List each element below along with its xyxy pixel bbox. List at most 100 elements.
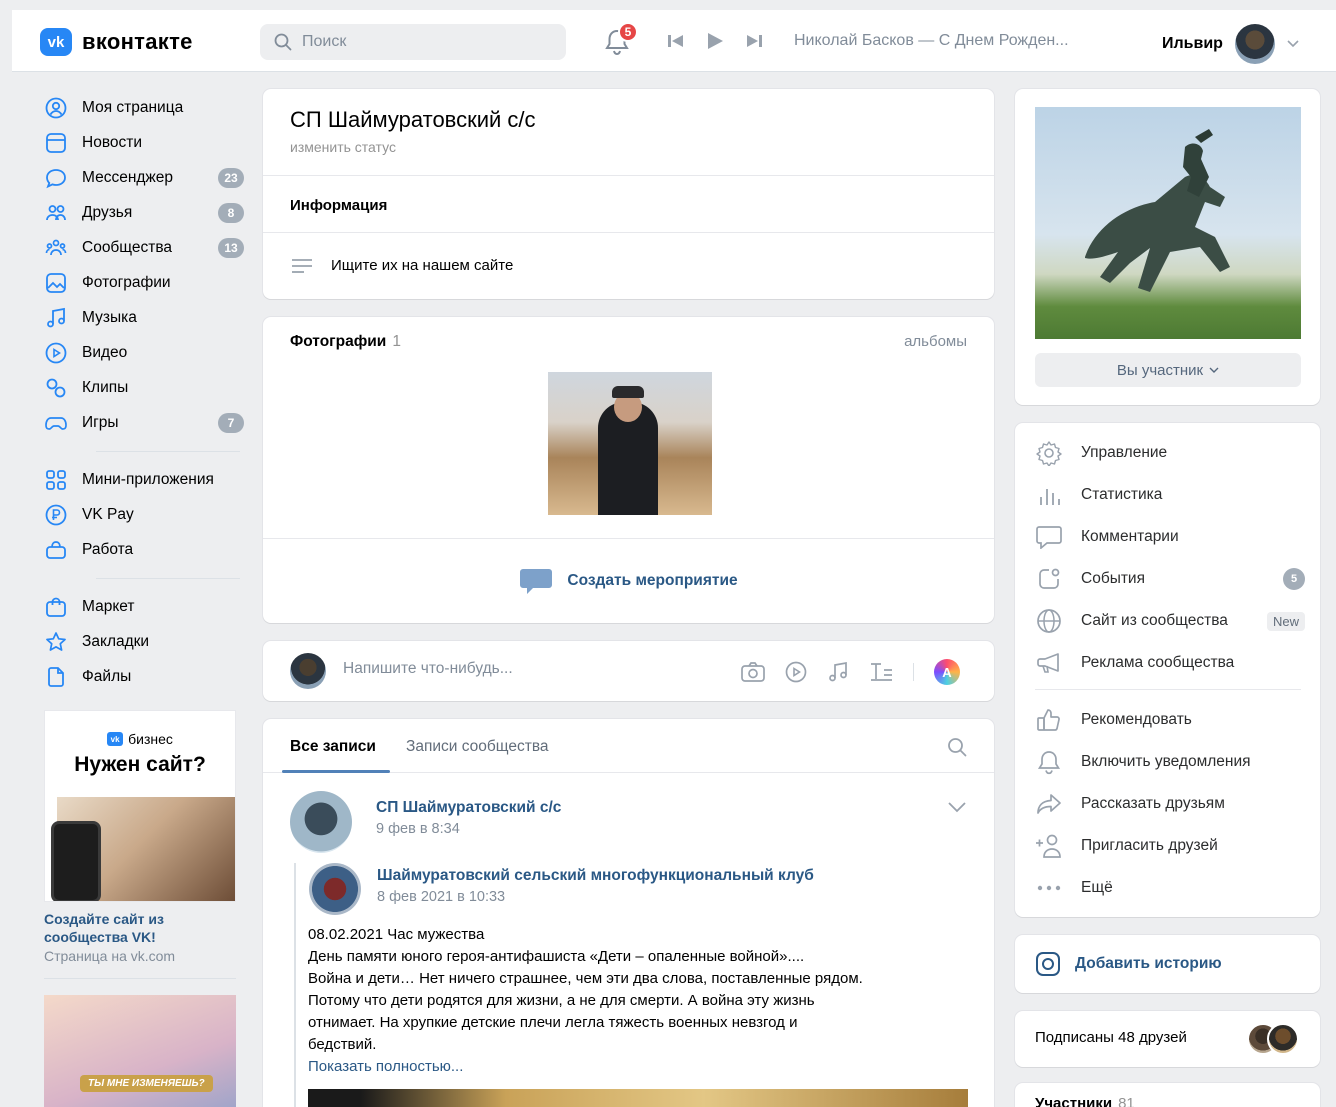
menu-item-events[interactable]: События 5 <box>1035 565 1305 593</box>
sidebar-item-music[interactable]: Музыка <box>44 300 244 335</box>
sidebar-item-photos[interactable]: Фотографии <box>44 265 244 300</box>
next-track-icon[interactable] <box>746 34 762 48</box>
search-input[interactable] <box>302 33 542 51</box>
post-as-avatar-button[interactable]: A <box>934 659 960 685</box>
divider <box>263 232 994 233</box>
add-story-button[interactable]: Добавить историю <box>1035 951 1222 977</box>
community-avatar-image[interactable] <box>1035 107 1301 339</box>
repost-date[interactable]: 8 фев 2021 в 10:33 <box>377 889 505 905</box>
article-icon[interactable] <box>869 661 893 683</box>
sidebar-item-files[interactable]: Файлы <box>44 659 244 694</box>
menu-item-site[interactable]: Сайт из сообщества New <box>1035 607 1305 635</box>
show-more-link[interactable]: Показать полностью... <box>308 1058 463 1075</box>
video-icon[interactable] <box>785 661 807 683</box>
albums-link[interactable]: альбомы <box>904 333 967 350</box>
sidebar-item-work[interactable]: Работа <box>44 532 244 567</box>
menu-item-comments[interactable]: Комментарии <box>1035 523 1305 551</box>
post-author[interactable]: СП Шаймуратовский с/с <box>376 799 561 817</box>
tab-community-posts[interactable]: Записи сообщества <box>406 738 549 756</box>
member-status-button[interactable]: Вы участник <box>1035 353 1301 387</box>
menu-item-statistics[interactable]: Статистика <box>1035 481 1305 509</box>
search-box[interactable] <box>260 24 566 60</box>
audio-player <box>668 32 762 50</box>
repost-author-avatar[interactable] <box>309 863 361 915</box>
apps-icon <box>44 468 68 492</box>
sidebar-item-market[interactable]: Маркет <box>44 589 244 624</box>
members-count: 81 <box>1118 1095 1135 1107</box>
sidebar-item-news[interactable]: Новости <box>44 125 244 160</box>
page-title: СП Шаймуратовский с/с <box>290 107 536 132</box>
comment-icon <box>1035 523 1063 551</box>
photos-count: 1 <box>392 333 401 350</box>
shopping-bag-icon <box>44 595 68 619</box>
avatar <box>1267 1023 1299 1055</box>
divider <box>96 451 240 452</box>
play-icon[interactable] <box>706 32 724 50</box>
post-input[interactable] <box>343 660 683 678</box>
sidebar-ad[interactable]: vk бизнес Нужен сайт? Создайте сайт из с… <box>44 710 236 1107</box>
ad-card[interactable]: vk бизнес Нужен сайт? <box>44 710 236 902</box>
more-icon <box>1035 874 1063 902</box>
sidebar-item-my-page[interactable]: Моя страница <box>44 90 244 125</box>
chevron-down-icon[interactable] <box>947 801 967 813</box>
menu-item-recommend[interactable]: Рекомендовать <box>1035 706 1305 734</box>
repost-author[interactable]: Шаймуратовский сельский многофункциональ… <box>377 867 814 885</box>
menu-item-more[interactable]: Ещё <box>1035 874 1305 902</box>
menu-item-share[interactable]: Рассказать друзьям <box>1035 790 1305 818</box>
news-icon <box>44 131 68 155</box>
ad-card-2[interactable]: ТЫ МНЕ ИЗМЕНЯЕШЬ? <box>44 995 236 1107</box>
notifications-button[interactable]: 5 <box>604 22 638 56</box>
star-icon <box>44 630 68 654</box>
menu-item-ads[interactable]: Реклама сообщества <box>1035 649 1305 677</box>
sidebar-item-bookmarks[interactable]: Закладки <box>44 624 244 659</box>
tab-all-posts[interactable]: Все записи <box>290 738 376 756</box>
sidebar-item-communities[interactable]: Сообщества 13 <box>44 230 244 265</box>
menu-item-manage[interactable]: Управление <box>1035 439 1305 467</box>
sidebar-item-games[interactable]: Игры 7 <box>44 405 244 440</box>
gear-icon <box>1035 439 1063 467</box>
post-image[interactable] <box>308 1089 968 1107</box>
megaphone-icon <box>1035 649 1063 677</box>
user-circle-icon <box>44 96 68 120</box>
subscribed-friends-card[interactable]: Подписаны 48 друзей <box>1015 1011 1320 1067</box>
search-icon[interactable] <box>947 737 967 757</box>
sidebar-item-vk-pay[interactable]: VK Pay <box>44 497 244 532</box>
photo-thumbnail[interactable] <box>548 372 712 515</box>
create-event-button[interactable]: Создать мероприятие <box>263 567 994 595</box>
now-playing-title[interactable]: Николай Басков — С Днем Рожден... <box>794 32 1069 50</box>
sidebar-item-video[interactable]: Видео <box>44 335 244 370</box>
sidebar-item-clips[interactable]: Клипы <box>44 370 244 405</box>
camera-icon[interactable] <box>741 661 765 683</box>
bell-icon <box>1035 748 1063 776</box>
vk-logo[interactable]: vk вконтакте <box>40 28 193 56</box>
sidebar-item-label: Маркет <box>82 597 135 615</box>
status-edit-link[interactable]: изменить статус <box>290 139 396 155</box>
chevron-down-icon <box>1209 367 1219 373</box>
gamepad-icon <box>44 411 68 435</box>
user-menu[interactable]: Ильвир <box>1162 24 1299 64</box>
members-heading[interactable]: Участники 81 <box>1035 1095 1135 1107</box>
ad-caption[interactable]: Создайте сайт из сообщества VK! <box>44 910 236 946</box>
divider <box>44 978 236 979</box>
info-heading[interactable]: Информация <box>290 197 387 214</box>
photos-heading[interactable]: Фотографии 1 <box>290 333 401 351</box>
sidebar-item-label: Музыка <box>82 308 137 326</box>
menu-item-label: События <box>1081 570 1145 587</box>
post-text-line: Потому что дети родятся для жизни, а не … <box>308 992 815 1009</box>
menu-item-notifications[interactable]: Включить уведомления <box>1035 748 1305 776</box>
previous-track-icon[interactable] <box>668 34 684 48</box>
music-icon[interactable] <box>827 661 849 683</box>
sidebar-item-friends[interactable]: Друзья 8 <box>44 195 244 230</box>
post-author-avatar[interactable] <box>290 791 352 853</box>
ad-phone-image <box>51 821 101 901</box>
photo-subject-hat <box>612 386 644 398</box>
divider <box>263 175 994 176</box>
globe-icon <box>1035 607 1063 635</box>
menu-item-invite[interactable]: Пригласить друзей <box>1035 832 1305 860</box>
ad-title: Нужен сайт? <box>74 753 206 776</box>
community-header-card: СП Шаймуратовский с/с изменить статус Ин… <box>263 89 994 299</box>
menu-item-label: Управление <box>1081 444 1168 461</box>
post-date[interactable]: 9 фев в 8:34 <box>376 821 460 837</box>
sidebar-item-mini-apps[interactable]: Мини-приложения <box>44 462 244 497</box>
sidebar-item-messenger[interactable]: Мессенджер 23 <box>44 160 244 195</box>
